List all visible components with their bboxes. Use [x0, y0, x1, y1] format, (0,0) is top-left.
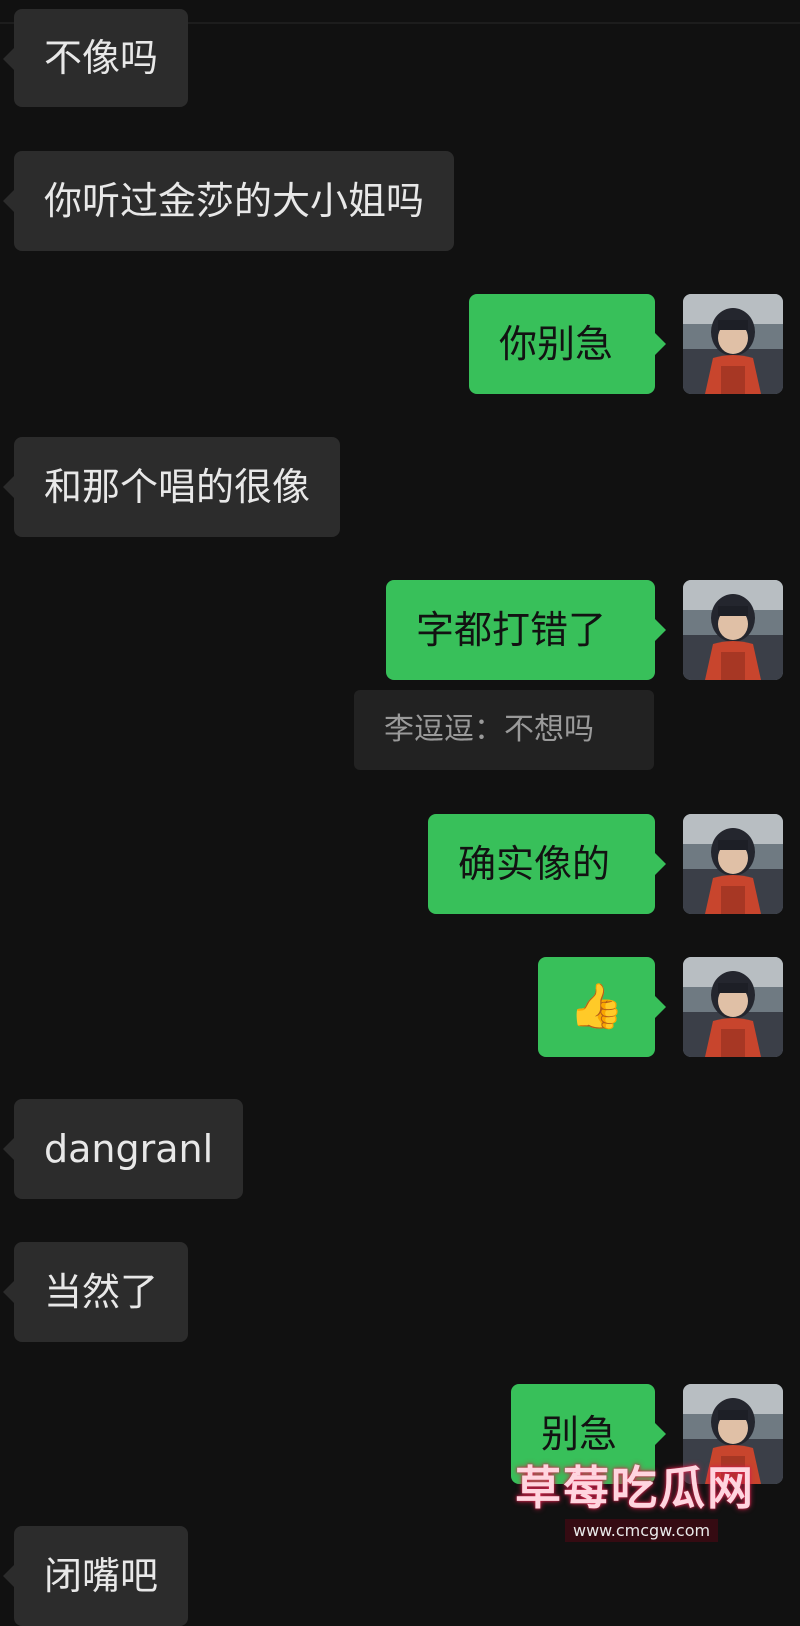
incoming-message[interactable]: 不像吗 [2, 9, 189, 107]
outgoing-message[interactable]: 你别急 [469, 294, 666, 394]
avatar-photo [683, 957, 783, 1057]
quoted-reply[interactable]: 李逗逗：不想吗 [354, 690, 654, 770]
avatar-photo [683, 814, 783, 914]
quoted-text: 李逗逗：不想吗 [384, 712, 594, 747]
incoming-message[interactable]: 你听过金莎的大小姐吗 [2, 151, 455, 251]
message-text: 闭嘴吧 [44, 1554, 159, 1598]
incoming-message[interactable]: 当然了 [2, 1242, 189, 1342]
outgoing-message[interactable]: 确实像的 [428, 814, 666, 914]
message-text: 别急 [541, 1412, 618, 1456]
user-avatar[interactable] [683, 957, 783, 1057]
message-text: dangranl [44, 1127, 214, 1171]
message-text: 当然了 [44, 1270, 159, 1314]
thumbs-up-icon: 👍 [569, 981, 624, 1032]
watermark-title: 草莓吃瓜网 [515, 1461, 755, 1515]
outgoing-message[interactable]: 字都打错了 [386, 580, 666, 680]
watermark-url: www.cmcgw.com [565, 1519, 719, 1542]
incoming-message[interactable]: 闭嘴吧 [2, 1526, 189, 1626]
message-text: 和那个唱的很像 [44, 465, 311, 509]
user-avatar[interactable] [683, 814, 783, 914]
user-avatar[interactable] [683, 580, 783, 680]
avatar-photo [683, 580, 783, 680]
message-text: 确实像的 [458, 842, 611, 886]
outgoing-message[interactable]: 👍 [538, 957, 666, 1057]
message-text: 你听过金莎的大小姐吗 [44, 179, 425, 223]
message-text: 字都打错了 [416, 608, 607, 652]
incoming-message[interactable]: dangranl [2, 1099, 244, 1199]
incoming-message[interactable]: 和那个唱的很像 [2, 437, 341, 537]
message-text: 不像吗 [44, 36, 159, 80]
user-avatar[interactable] [683, 294, 783, 394]
message-text: 你别急 [499, 322, 614, 366]
site-watermark: 草莓吃瓜网 www.cmcgw.com [505, 1452, 765, 1552]
avatar-photo [683, 294, 783, 394]
